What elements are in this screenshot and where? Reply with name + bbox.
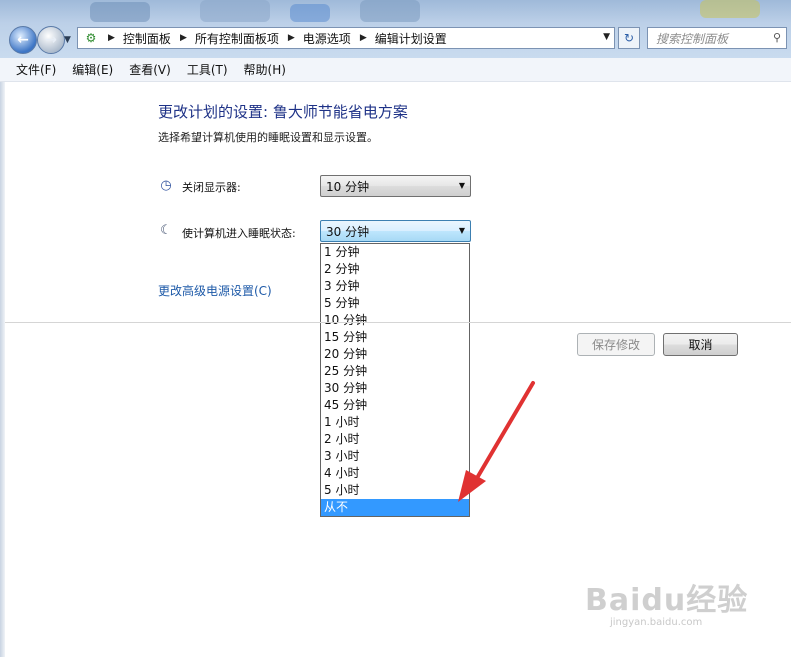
- chevron-down-icon: ▼: [458, 226, 465, 235]
- sleep-option[interactable]: 3 小时: [321, 448, 469, 465]
- sleep-option[interactable]: 1 小时: [321, 414, 469, 431]
- chevron-right-icon[interactable]: ▶: [108, 33, 115, 43]
- background-blob: [90, 2, 150, 22]
- sleep-value: 30 分钟: [326, 224, 370, 239]
- menu-help[interactable]: 帮助(H): [244, 61, 286, 78]
- window-left-edge: [0, 82, 5, 657]
- background-blob: [700, 0, 760, 18]
- search-icon[interactable]: ⚲: [773, 31, 781, 44]
- menu-edit[interactable]: 编辑(E): [72, 61, 113, 78]
- menu-file[interactable]: 文件(F): [16, 61, 56, 78]
- display-off-label: 关闭显示器:: [182, 181, 241, 194]
- search-input[interactable]: 搜索控制面板 ⚲: [647, 27, 787, 49]
- chevron-right-icon[interactable]: ▶: [288, 33, 295, 43]
- breadcrumb-item[interactable]: 电源选项: [303, 30, 351, 47]
- recent-pages-dropdown[interactable]: ▼: [64, 35, 71, 45]
- refresh-icon: ↻: [623, 31, 635, 45]
- sleep-option[interactable]: 15 分钟: [321, 329, 469, 346]
- sleep-option[interactable]: 5 分钟: [321, 295, 469, 312]
- page-subtitle: 选择希望计算机使用的睡眠设置和显示设置。: [158, 131, 378, 144]
- annotation-arrow-shaft: [475, 381, 535, 480]
- sleep-option[interactable]: 10 分钟: [321, 312, 469, 329]
- watermark-url: jingyan.baidu.com: [610, 617, 703, 628]
- back-button[interactable]: ←: [9, 26, 37, 54]
- save-button[interactable]: 保存修改: [577, 333, 655, 356]
- back-arrow-icon: ←: [17, 32, 29, 48]
- address-bar[interactable]: ⚙ ▶ 控制面板 ▶ 所有控制面板项 ▶ 电源选项 ▶ 编辑计划设置 ▼: [77, 27, 615, 49]
- chevron-down-icon: ▼: [458, 181, 465, 190]
- advanced-power-settings-link[interactable]: 更改高级电源设置(C): [158, 282, 272, 299]
- sleep-option[interactable]: 25 分钟: [321, 363, 469, 380]
- sleep-option[interactable]: 从不: [321, 499, 469, 516]
- background-blob: [360, 0, 420, 22]
- breadcrumb-item[interactable]: 所有控制面板项: [195, 30, 279, 47]
- breadcrumb-item[interactable]: 编辑计划设置: [375, 30, 447, 47]
- forward-button[interactable]: →: [37, 26, 65, 54]
- address-history-dropdown[interactable]: ▼: [603, 32, 610, 42]
- forward-arrow-icon: →: [45, 32, 57, 48]
- chevron-right-icon[interactable]: ▶: [360, 33, 367, 43]
- divider: [5, 322, 791, 323]
- watermark: Baidu经验 jingyan.baidu.com: [585, 575, 749, 628]
- sleep-label: 使计算机进入睡眠状态:: [182, 227, 296, 240]
- display-clock-icon: ◷: [160, 177, 172, 193]
- sleep-option[interactable]: 45 分钟: [321, 397, 469, 414]
- breadcrumb-item[interactable]: 控制面板: [123, 30, 171, 47]
- page-title: 更改计划的设置: 鲁大师节能省电方案: [158, 103, 408, 121]
- menu-tools[interactable]: 工具(T): [187, 61, 228, 78]
- sleep-option[interactable]: 2 小时: [321, 431, 469, 448]
- menu-bar: 文件(F) 编辑(E) 查看(V) 工具(T) 帮助(H): [0, 58, 791, 82]
- cancel-button[interactable]: 取消: [663, 333, 738, 356]
- sleep-option[interactable]: 5 小时: [321, 482, 469, 499]
- moon-icon: ☾: [160, 222, 172, 238]
- sleep-option[interactable]: 1 分钟: [321, 244, 469, 261]
- refresh-button[interactable]: ↻: [618, 27, 640, 49]
- window-top-bar: ← → ▼ ⚙ ▶ 控制面板 ▶ 所有控制面板项 ▶ 电源选项 ▶ 编辑计划设置…: [0, 0, 791, 58]
- background-blob: [200, 0, 270, 22]
- watermark-logo: Baidu经验: [585, 583, 749, 618]
- sleep-option[interactable]: 4 小时: [321, 465, 469, 482]
- sleep-option[interactable]: 3 分钟: [321, 278, 469, 295]
- display-off-select[interactable]: 10 分钟 ▼: [320, 175, 471, 197]
- sleep-option[interactable]: 20 分钟: [321, 346, 469, 363]
- sleep-select[interactable]: 30 分钟 ▼: [320, 220, 471, 242]
- menu-view[interactable]: 查看(V): [129, 61, 171, 78]
- chevron-right-icon[interactable]: ▶: [180, 33, 187, 43]
- sleep-option[interactable]: 2 分钟: [321, 261, 469, 278]
- background-blob: [290, 4, 330, 22]
- search-placeholder: 搜索控制面板: [656, 31, 729, 46]
- control-panel-icon: ⚙: [85, 31, 97, 45]
- sleep-option[interactable]: 30 分钟: [321, 380, 469, 397]
- display-off-value: 10 分钟: [326, 179, 370, 194]
- sleep-dropdown-list: 1 分钟 2 分钟 3 分钟 5 分钟 10 分钟 15 分钟 20 分钟 25 分钟 30 分…: [320, 243, 470, 517]
